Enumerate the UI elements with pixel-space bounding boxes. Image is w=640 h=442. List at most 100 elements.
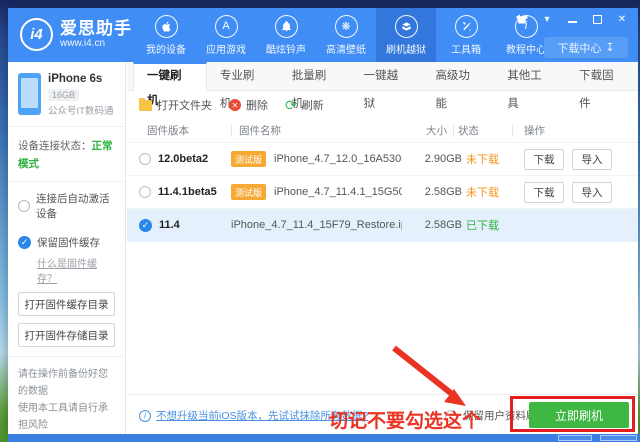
nav-label: 高清壁纸 [326,41,366,56]
nav-wallpapers[interactable]: ❋ 高清壁纸 [316,8,376,62]
tab-advanced[interactable]: 高级功能 [422,62,494,90]
tab-batch-flash[interactable]: 批量刷机 [279,62,351,90]
header-size: 大小 [387,123,447,138]
auto-activate-radio[interactable]: 连接后自动激活设备 [18,191,115,221]
refresh-icon: ⟳ [285,99,297,111]
divider [231,125,232,137]
header-status: 状态 [454,123,512,138]
nav-label: 我的设备 [146,41,186,56]
main-nav: 我的设备 A 应用游戏 酷炫铃声 ❋ 高清壁纸 [136,8,556,62]
what-is-cache-link[interactable]: 什么是固件缓存？ [37,255,115,285]
erase-data-tip[interactable]: i 不想升级当前iOS版本，先试试抹除所有数据? [139,408,368,423]
firmware-name: iPhone_4.7_11.4.1_15G5077a_Restore.ipsw [274,186,402,198]
background-button [558,435,592,441]
table-header: 固件版本 固件名称 大小 状态 操作 [127,119,638,143]
sidebar: iPhone 6s 16GB 公众号IT数码通 设备连接状态：正常模式 连接后自… [8,62,126,434]
firmware-size: 2.58GB [402,219,462,231]
app-window: i4 爱思助手 www.i4.cn 我的设备 A 应用游戏 [8,8,638,434]
connection-status-section: 设备连接状态：正常模式 [8,126,125,181]
nav-toolbox[interactable]: 工具箱 [436,8,496,62]
header-ops: 操作 [520,123,638,138]
nav-my-device[interactable]: 我的设备 [136,8,196,62]
delete-button[interactable]: ✕ 删除 [229,97,268,113]
device-info: iPhone 6s 16GB 公众号IT数码通 [8,62,125,126]
flower-icon: ❋ [335,15,358,38]
device-capacity-badge: 16GB [48,89,79,101]
window-controls: ▾ ✕ [516,13,628,25]
checkbox-icon [445,410,457,422]
download-button[interactable]: 下载 [524,182,564,203]
beta-badge: 测试版 [231,151,266,167]
radio-icon[interactable] [139,153,151,165]
firmware-row[interactable]: 12.0beta2 测试版 iPhone_4.7_12.0_16A5308e_R… [127,143,638,176]
backup-section: 请在操作前备份好您的数据 使用本工具请自行承担风险 备份/恢复数据 [8,356,125,442]
app-logo: i4 爱思助手 www.i4.cn [20,18,132,51]
download-center-button[interactable]: 下载中心 ↧ [544,37,628,58]
tab-one-click-flash[interactable]: 一键刷机 [133,62,207,91]
radio-icon [18,200,30,212]
firmware-row-selected[interactable]: ✓ 11.4 iPhone_4.7_11.4_15F79_Restore.ips… [127,209,638,242]
delete-label: 删除 [246,97,268,113]
firmware-toolbar: 打开文件夹 ✕ 删除 ⟳ 刷新 [127,91,638,119]
backup-warning-line1: 请在操作前备份好您的数据 [18,366,115,400]
iphone-icon [18,73,41,115]
i4-logo-icon: i4 [20,18,53,51]
header-version: 固件版本 [127,123,231,138]
main-panel: 一键刷机 专业刷机 批量刷机 一键越狱 高级功能 其他工具 下载固件 打开文件夹… [127,62,638,434]
tab-other-tools[interactable]: 其他工具 [494,62,566,90]
app-url: www.i4.cn [60,38,132,49]
nav-apps-games[interactable]: A 应用游戏 [196,8,256,62]
nav-ringtones[interactable]: 酷炫铃声 [256,8,316,62]
keep-cache-label: 保留固件缓存 [37,235,100,250]
nav-label: 刷机越狱 [386,41,426,56]
download-arrow-icon: ↧ [605,41,614,54]
download-button[interactable]: 下载 [524,149,564,170]
import-button[interactable]: 导入 [572,182,612,203]
refresh-button[interactable]: ⟳ 刷新 [285,97,324,113]
firmware-status: 未下载 [462,151,520,167]
open-cache-dir-button[interactable]: 打开固件缓存目录 [18,292,115,316]
info-circle-icon: i [139,410,151,422]
download-center-label: 下载中心 [557,40,601,56]
firmware-version: 11.4 [159,219,180,231]
options-section: 连接后自动激活设备 ✓ 保留固件缓存 什么是固件缓存？ 打开固件缓存目录 打开固… [8,181,125,356]
delete-icon: ✕ [229,99,241,111]
firmware-status: 未下载 [462,184,520,200]
close-icon[interactable]: ✕ [616,13,628,25]
firmware-version: 12.0beta2 [158,153,208,165]
open-storage-dir-button[interactable]: 打开固件存储目录 [18,323,115,347]
flash-now-button[interactable]: 立即刷机 [529,402,629,428]
tab-pro-flash[interactable]: 专业刷机 [207,62,279,90]
nav-label: 工具箱 [451,41,481,56]
nav-label: 教程中心 [506,41,546,56]
minimize-icon[interactable] [566,13,578,25]
folder-icon [139,100,152,111]
nav-label: 酷炫铃声 [266,41,306,56]
skin-icon[interactable] [516,13,528,25]
firmware-name: iPhone_4.7_12.0_16A5308e_Restore.ipsw [274,153,402,165]
tools-icon [455,15,478,38]
firmware-name: iPhone_4.7_11.4_15F79_Restore.ipsw [231,219,402,231]
background-button [600,435,637,441]
title-bar: i4 爱思助手 www.i4.cn 我的设备 A 应用游戏 [8,8,638,62]
keep-cache-checkbox[interactable]: ✓ 保留固件缓存 [18,235,115,250]
tab-download-firmware[interactable]: 下载固件 [566,62,638,90]
firmware-size: 2.90GB [402,153,462,165]
divider [512,125,513,137]
selected-radio-icon[interactable]: ✓ [139,219,152,232]
tab-one-click-jailbreak[interactable]: 一键越狱 [351,62,423,90]
menu-icon[interactable]: ▾ [541,13,553,25]
erase-data-link: 不想升级当前iOS版本，先试试抹除所有数据? [156,408,368,423]
firmware-size: 2.58GB [402,186,462,198]
maximize-icon[interactable] [591,13,603,25]
checked-icon: ✓ [18,236,31,249]
flash-jailbreak-icon [395,15,418,38]
backup-warning-line2: 使用本工具请自行承担风险 [18,400,115,434]
radio-icon[interactable] [139,186,151,198]
nav-flash-jailbreak[interactable]: 刷机越狱 [376,8,436,62]
open-folder-label: 打开文件夹 [157,97,212,113]
appstore-icon: A [215,15,238,38]
firmware-row[interactable]: 11.4.1beta5 测试版 iPhone_4.7_11.4.1_15G507… [127,176,638,209]
import-button[interactable]: 导入 [572,149,612,170]
open-folder-button[interactable]: 打开文件夹 [139,97,212,113]
